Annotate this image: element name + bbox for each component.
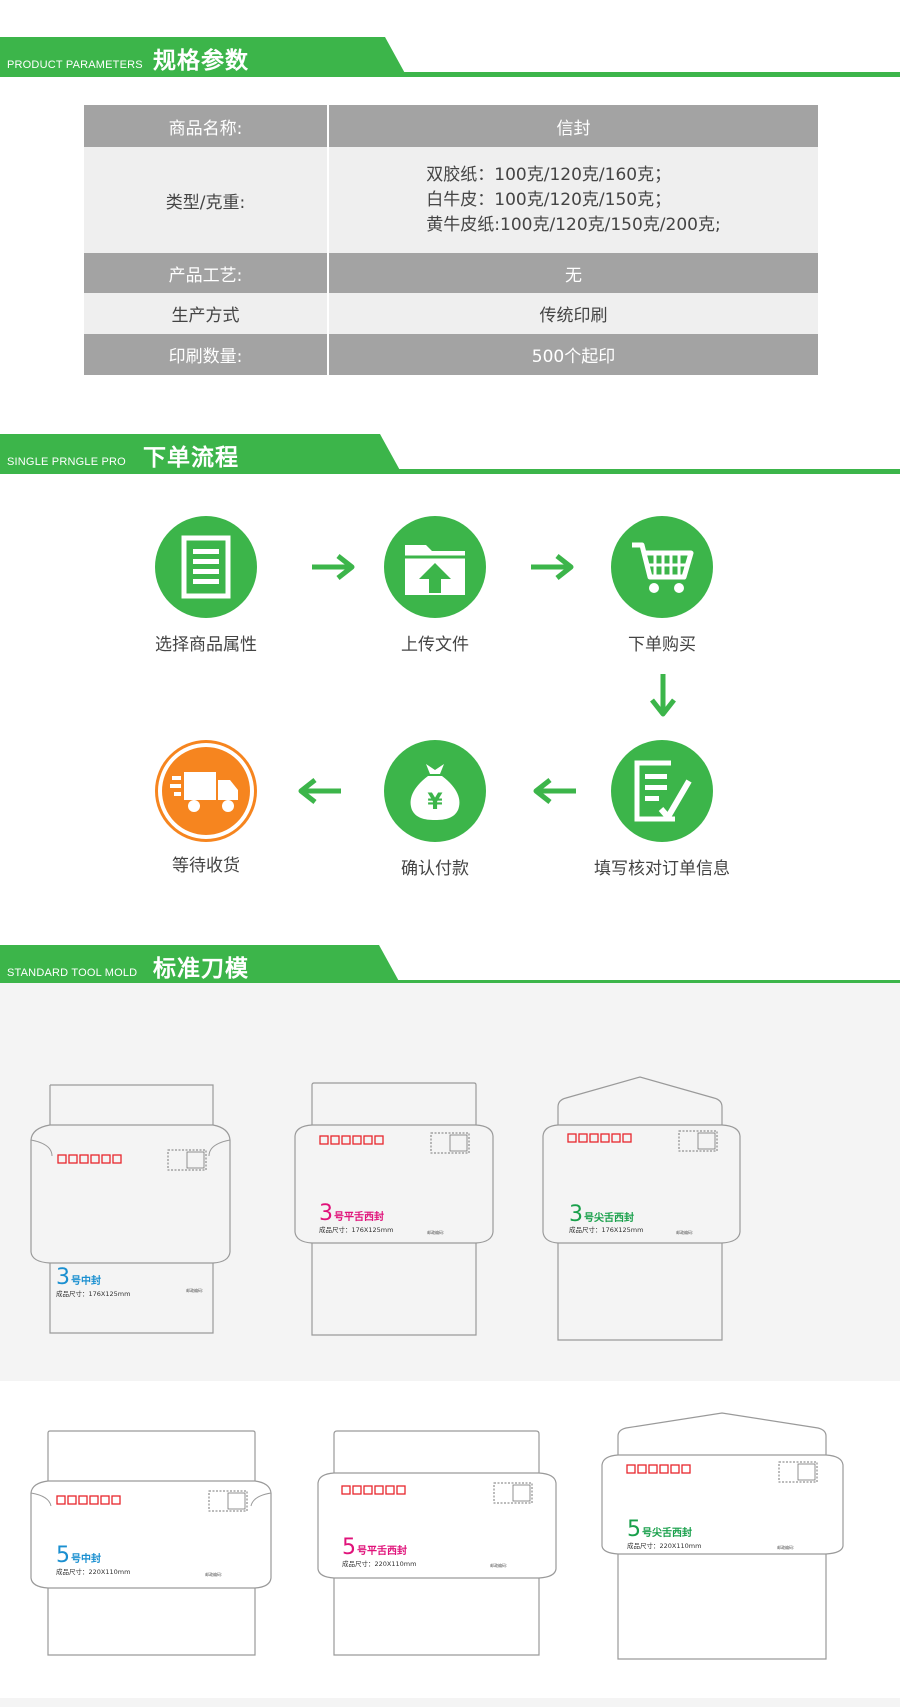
param-value: 无: [329, 253, 818, 293]
table-row: 产品工艺: 无: [84, 253, 818, 293]
step-label: 填写核对订单信息: [594, 859, 730, 879]
envelope-name: 号平舌西封: [357, 1544, 407, 1557]
svg-text:邮政编码:: 邮政编码:: [777, 1544, 794, 1550]
step-label: 确认付款: [401, 859, 469, 879]
step-circle: [611, 740, 713, 842]
step-label: 上传文件: [401, 635, 469, 655]
process-step-verify: 填写核对订单信息: [572, 740, 752, 879]
section-cn-title: 规格参数: [153, 48, 249, 74]
envelope-template: 邮政编码: 5 号尖舌西封 成品尺寸：220X110mm: [601, 1412, 844, 1660]
envelope-template: 邮政编码: 3 号平舌西封 成品尺寸：176X125mm: [294, 1082, 494, 1336]
envelope-size: 成品尺寸：176X125mm: [569, 1225, 643, 1234]
section-en-title: SINGLE PRNGLE PRO: [7, 456, 126, 468]
section-cn-title: 下单流程: [143, 445, 239, 471]
cart-icon: [632, 542, 694, 593]
svg-text:邮政编码:: 邮政编码:: [186, 1287, 203, 1293]
param-key: 商品名称:: [84, 105, 327, 147]
param-value: 信封: [329, 105, 818, 147]
params-table: 商品名称: 信封 类型/克重: 双胶纸：100克/120克/160克； 白牛皮：…: [82, 105, 820, 375]
process-step-receive: 等待收货: [116, 740, 296, 876]
table-row: 生产方式 传统印刷: [84, 293, 818, 334]
envelope-template: 邮政编码: 3 号中封 成品尺寸：176X125mm: [30, 1084, 231, 1334]
table-row: 类型/克重: 双胶纸：100克/120克/160克； 白牛皮：100克/120克…: [84, 147, 818, 253]
envelope-number: 5: [627, 1517, 641, 1542]
envelope-template: 邮政编码: 5 号中封 成品尺寸：220X110mm: [30, 1430, 272, 1656]
step-label: 等待收货: [172, 856, 240, 876]
step-circle: [158, 743, 254, 839]
envelope-number: 5: [342, 1535, 356, 1560]
envelope-size: 成品尺寸：220X110mm: [627, 1541, 701, 1550]
envelope-name: 号平舌西封: [334, 1210, 384, 1223]
param-key: 生产方式: [84, 293, 327, 334]
section-cn-title: 标准刀模: [153, 956, 249, 982]
step-label: 选择商品属性: [155, 635, 257, 655]
envelope-name: 号尖舌西封: [584, 1211, 634, 1224]
process-step-order: 下单购买: [572, 516, 752, 655]
envelope-name: 号尖舌西封: [642, 1526, 692, 1539]
section-header-process: SINGLE PRNGLE PRO 下单流程: [0, 434, 900, 474]
svg-text:邮政编码:: 邮政编码:: [676, 1229, 693, 1235]
svg-text:邮政编码:: 邮政编码:: [427, 1229, 444, 1235]
param-value: 传统印刷: [329, 293, 818, 334]
arrow-down-icon: [650, 674, 676, 717]
param-line: 双胶纸：100克/120克/160克；: [426, 164, 672, 185]
mold-panel-bottom: [0, 1698, 900, 1707]
param-line: 白牛皮：100克/120克/150克；: [426, 189, 672, 210]
envelope-template: 邮政编码: 5 号平舌西封 成品尺寸：220X110mm: [317, 1430, 557, 1656]
envelope-number: 3: [319, 1201, 333, 1226]
envelope-size: 成品尺寸：220X110mm: [342, 1559, 416, 1568]
envelope-number: 5: [56, 1543, 70, 1568]
param-key: 印刷数量:: [84, 334, 327, 375]
table-row: 商品名称: 信封: [84, 105, 818, 147]
arrow-right-icon: [531, 554, 574, 580]
envelope-template: 邮政编码: 3 号尖舌西封 成品尺寸：176X125mm: [542, 1076, 741, 1341]
param-value: 500个起印: [329, 334, 818, 375]
svg-text:¥: ¥: [427, 790, 443, 815]
param-value: 双胶纸：100克/120克/160克； 白牛皮：100克/120克/150克； …: [329, 147, 818, 253]
step-circle: [384, 516, 486, 618]
step-circle: ¥: [384, 740, 486, 842]
process-step-pay: ¥ 确认付款: [345, 740, 525, 879]
param-line: 黄牛皮纸:100克/120克/150克/200克;: [426, 214, 721, 235]
svg-text:邮政编码:: 邮政编码:: [205, 1571, 222, 1577]
table-row: 印刷数量: 500个起印: [84, 334, 818, 375]
step-circle: [155, 516, 257, 618]
process-step-select: 选择商品属性: [116, 516, 296, 655]
arrow-left-icon: [298, 778, 341, 804]
step-circle: [611, 516, 713, 618]
envelope-size: 成品尺寸：176X125mm: [319, 1225, 393, 1234]
upload-folder-icon: [405, 545, 465, 595]
truck-icon: [170, 772, 238, 812]
process-step-upload: 上传文件: [345, 516, 525, 655]
envelope-size: 成品尺寸：220X110mm: [56, 1567, 130, 1576]
envelope-name: 号中封: [71, 1274, 101, 1287]
section-en-title: PRODUCT PARAMETERS: [7, 59, 143, 71]
param-key: 类型/克重:: [84, 147, 327, 253]
envelope-size: 成品尺寸：176X125mm: [56, 1289, 130, 1298]
envelope-number: 3: [569, 1202, 583, 1227]
edit-form-icon: [634, 760, 692, 822]
step-label: 下单购买: [628, 635, 696, 655]
envelope-number: 3: [56, 1265, 70, 1290]
money-bag-icon: ¥: [410, 764, 460, 820]
section-en-title: STANDARD TOOL MOLD: [7, 967, 138, 979]
document-icon: [181, 535, 231, 599]
section-header-params: PRODUCT PARAMETERS 规格参数: [0, 37, 900, 77]
arrow-left-icon: [533, 778, 576, 804]
section-header-mold: STANDARD TOOL MOLD 标准刀模: [0, 945, 900, 985]
svg-text:邮政编码:: 邮政编码:: [490, 1562, 507, 1568]
envelope-name: 号中封: [71, 1552, 101, 1565]
param-key: 产品工艺:: [84, 253, 327, 293]
